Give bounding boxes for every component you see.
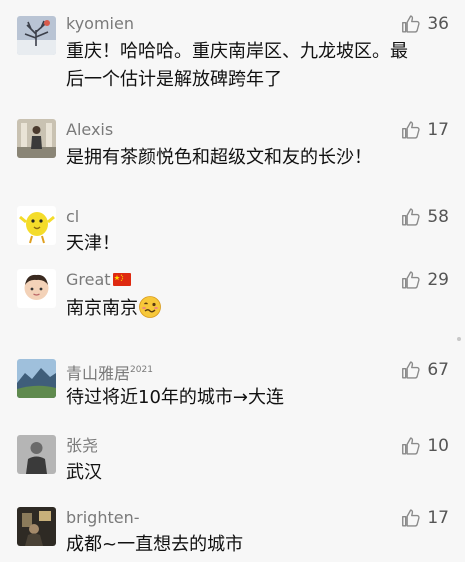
comment-text: 成都~一直想去的城市 — [66, 534, 244, 555]
username[interactable]: Great — [66, 270, 131, 290]
comment-text-line: 重庆！哈哈哈。重庆南岸区、九龙坡区。最 — [66, 41, 408, 62]
thumbs-up-icon — [400, 507, 422, 529]
like-button[interactable]: 67 — [400, 359, 449, 381]
like-button[interactable]: 17 — [400, 507, 449, 529]
comment-text-line: 后一个估计是解放碑跨年了 — [66, 69, 282, 90]
username-text: Great — [66, 270, 111, 289]
like-button[interactable]: 10 — [400, 435, 449, 457]
thumbs-up-icon — [400, 119, 422, 141]
like-count: 29 — [427, 270, 449, 290]
like-button[interactable]: 29 — [400, 269, 449, 291]
comment-text-content: 南京南京 — [66, 298, 138, 319]
like-count: 17 — [427, 120, 449, 140]
comment-text: 天津！ — [66, 233, 120, 254]
username[interactable]: 青山雅居2021 — [66, 360, 153, 384]
username-text: 青山雅居 — [66, 364, 131, 383]
woozy-face-emoji-icon — [139, 296, 161, 318]
like-button[interactable]: 36 — [400, 13, 449, 35]
like-count: 58 — [427, 207, 449, 227]
thumbs-up-icon — [400, 13, 422, 35]
like-count: 10 — [427, 436, 449, 456]
comment-text: 待过将近10年的城市→大连 — [66, 387, 284, 408]
avatar[interactable] — [17, 269, 56, 308]
like-button[interactable]: 58 — [400, 206, 449, 228]
thumbs-up-icon — [400, 269, 422, 291]
avatar[interactable] — [17, 119, 56, 158]
thumbs-up-icon — [400, 206, 422, 228]
avatar[interactable] — [17, 359, 56, 398]
username[interactable]: cl — [66, 207, 79, 227]
like-button[interactable]: 17 — [400, 119, 449, 141]
username[interactable]: brighten- — [66, 508, 140, 528]
avatar[interactable] — [17, 206, 56, 245]
username[interactable]: Alexis — [66, 120, 113, 140]
scroll-indicator — [457, 337, 461, 341]
like-count: 36 — [427, 14, 449, 34]
like-count: 17 — [427, 508, 449, 528]
username[interactable]: kyomien — [66, 14, 134, 34]
avatar[interactable] — [17, 435, 56, 474]
avatar[interactable] — [17, 16, 56, 55]
comment-text: 南京南京 — [66, 295, 162, 323]
comment-text: 武汉 — [66, 462, 102, 483]
username[interactable]: 张尧 — [66, 436, 98, 456]
username-badge: 2021 — [130, 365, 153, 375]
like-count: 67 — [427, 360, 449, 380]
china-flag-icon — [112, 273, 131, 286]
comment-text: 重庆！哈哈哈。重庆南岸区、九龙坡区。最 后一个估计是解放碑跨年了 — [66, 38, 408, 94]
thumbs-up-icon — [400, 435, 422, 457]
comment-text: 是拥有茶颜悦色和超级文和友的长沙！ — [66, 147, 372, 168]
thumbs-up-icon — [400, 359, 422, 381]
avatar[interactable] — [17, 507, 56, 546]
